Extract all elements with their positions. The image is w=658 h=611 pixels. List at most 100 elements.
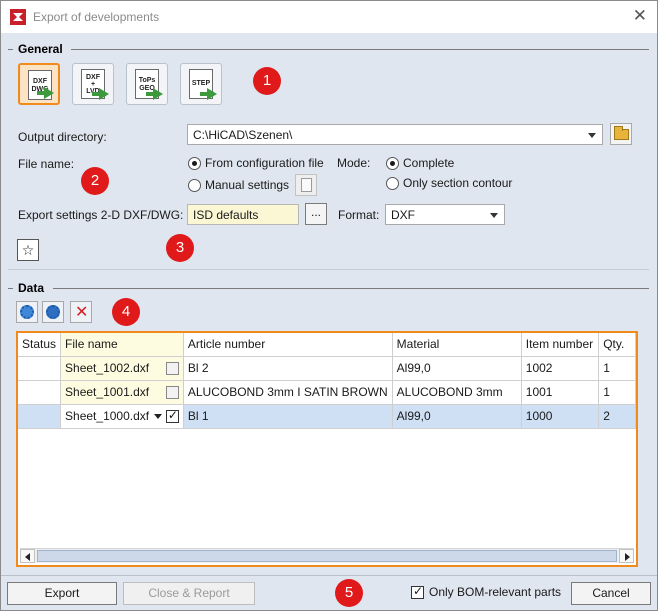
cell-material: Al99,0 (392, 356, 522, 381)
step-export-button[interactable]: STEP (180, 63, 222, 105)
cell-article-number: Bl 1 (183, 404, 393, 429)
parts-table-body: Status File name Article number Material… (18, 333, 636, 429)
close-report-button[interactable]: Close & Report (123, 582, 255, 605)
cell-item-number: 1002 (521, 356, 600, 381)
radio-mode-only-section-contour[interactable] (386, 177, 399, 190)
column-header-material[interactable]: Material (392, 333, 522, 357)
export-button[interactable]: Export (7, 582, 117, 605)
row-checkbox[interactable] (165, 408, 179, 423)
hicad-app-icon (10, 9, 26, 25)
column-header-qty[interactable]: Qty. (598, 333, 636, 357)
file-name-text: Sheet_1002.dxf (65, 361, 150, 375)
column-header-article-number[interactable]: Article number (183, 333, 393, 357)
file-name-text: Sheet_1000.dxf (65, 409, 150, 423)
toolbar-icon-text: DXF (86, 74, 100, 81)
gear-add-icon (20, 305, 34, 319)
radio-from-configuration-file-label[interactable]: From configuration file (205, 156, 324, 170)
cell-material: Al99,0 (392, 404, 522, 429)
only-bom-relevant-checkbox[interactable] (411, 584, 424, 599)
page-icon (301, 178, 312, 192)
radio-mode-only-section-contour-label[interactable]: Only section contour (403, 176, 512, 190)
cell-article-number: Bl 2 (183, 356, 393, 381)
window-title: Export of developments (33, 10, 160, 24)
parts-table[interactable]: Status File name Article number Material… (16, 331, 638, 567)
add-assembly-button[interactable] (42, 301, 64, 323)
chevron-down-icon (588, 133, 596, 138)
cell-article-number: ALUCOBOND 3mm I SATIN BROWN (183, 380, 393, 405)
export-arrow-icon (44, 87, 54, 99)
callout-badge-1: 1 (253, 67, 281, 95)
horizontal-scrollbar[interactable] (20, 548, 634, 563)
radio-manual-settings-label[interactable]: Manual settings (205, 178, 289, 192)
chevron-down-icon (490, 213, 498, 218)
format-select[interactable]: DXF (385, 204, 505, 225)
column-header-item-number[interactable]: Item number (521, 333, 600, 357)
cell-status (18, 356, 62, 381)
output-directory-label: Output directory: (18, 130, 107, 144)
export-arrow-icon (153, 88, 163, 100)
general-section-title: General (18, 42, 63, 56)
section-divider (53, 288, 649, 289)
export-settings-browse-button[interactable]: ... (305, 203, 327, 225)
radio-from-configuration-file[interactable] (188, 157, 201, 170)
scroll-right-icon[interactable] (619, 549, 634, 563)
favorite-star-button[interactable]: ☆ (17, 239, 39, 261)
table-row-selected[interactable]: Sheet_1000.dxf Bl 1 Al99,0 1000 2 (18, 404, 636, 429)
remove-button[interactable]: ✕ (70, 301, 92, 323)
callout-badge-5: 5 (335, 579, 363, 607)
export-settings-field[interactable]: ISD defaults (187, 204, 299, 225)
cell-item-number: 1001 (521, 380, 600, 405)
title-bar: Export of developments ✕ (1, 1, 657, 33)
cell-file-name[interactable]: Sheet_1001.dxf (60, 380, 184, 405)
export-dialog: Export of developments ✕ General DXF DWG… (0, 0, 658, 611)
export-settings-label: Export settings 2-D DXF/DWG: (18, 208, 184, 222)
dxf-lvd-export-button[interactable]: DXF + LVD (72, 63, 114, 105)
radio-mode-complete[interactable] (386, 157, 399, 170)
dxf-dwg-export-button[interactable]: DXF DWG (18, 63, 60, 105)
output-directory-value: C:\HiCAD\Szenen\ (193, 128, 293, 142)
cancel-button[interactable]: Cancel (571, 582, 651, 605)
export-arrow-icon (99, 88, 109, 100)
cell-qty: 1 (598, 380, 636, 405)
only-bom-relevant-label[interactable]: Only BOM-relevant parts (429, 585, 561, 599)
callout-badge-3: 3 (166, 234, 194, 262)
callout-badge-2: 2 (81, 167, 109, 195)
radio-manual-settings[interactable] (188, 179, 201, 192)
cell-file-name[interactable]: Sheet_1002.dxf (60, 356, 184, 381)
radio-mode-complete-label[interactable]: Complete (403, 156, 454, 170)
close-icon[interactable]: ✕ (633, 7, 647, 25)
cell-status (18, 380, 62, 405)
cell-item-number: 1000 (521, 404, 600, 429)
file-name-label: File name: (18, 157, 75, 171)
row-checkbox[interactable] (165, 361, 179, 375)
scrollbar-thumb[interactable] (37, 550, 617, 562)
column-header-file-name[interactable]: File name (60, 333, 184, 357)
cell-qty: 2 (598, 404, 636, 429)
table-row[interactable]: Sheet_1002.dxf Bl 2 Al99,0 1002 1 (18, 356, 636, 381)
delete-x-icon: ✕ (75, 304, 89, 321)
cell-file-name[interactable]: Sheet_1000.dxf (60, 404, 184, 429)
toolbar-icon-text: DXF (33, 78, 47, 85)
output-directory-combo[interactable]: C:\HiCAD\Szenen\ (187, 124, 603, 145)
scroll-left-icon[interactable] (20, 549, 35, 563)
mode-label: Mode: (337, 156, 371, 170)
table-row[interactable]: Sheet_1001.dxf ALUCOBOND 3mm I SATIN BRO… (18, 380, 636, 405)
data-section-title: Data (18, 281, 45, 295)
manual-settings-edit-button[interactable] (295, 174, 317, 196)
column-header-status[interactable]: Status (18, 333, 62, 357)
export-arrow-icon (207, 88, 217, 100)
toolbar-icon-text: ToPs (138, 77, 156, 84)
callout-badge-4: 4 (112, 298, 140, 326)
cell-material: ALUCOBOND 3mm (392, 380, 522, 405)
tops-geo-export-button[interactable]: ToPs GEO (126, 63, 168, 105)
cell-status (18, 404, 62, 429)
add-parts-button[interactable] (16, 301, 38, 323)
format-value: DXF (391, 208, 415, 222)
table-header-row: Status File name Article number Material… (18, 333, 636, 357)
chevron-down-icon[interactable] (154, 414, 163, 420)
browse-folder-button[interactable] (610, 123, 632, 145)
section-divider (8, 288, 13, 289)
gear-group-icon (46, 305, 60, 319)
toolbar-icon-text: STEP (191, 80, 211, 87)
row-checkbox[interactable] (165, 385, 179, 399)
